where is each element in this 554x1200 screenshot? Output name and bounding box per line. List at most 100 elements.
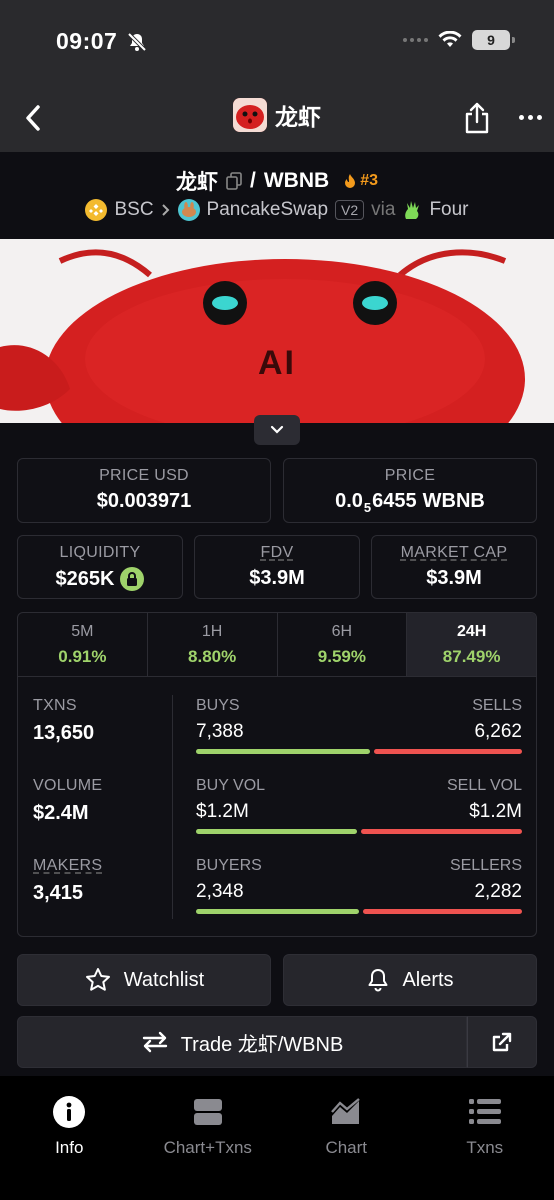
price-change: 0.91% (58, 647, 107, 666)
rank-value: #3 (360, 172, 378, 189)
cellular-signal-icon (403, 38, 428, 42)
price-change: 8.80% (188, 647, 237, 666)
pair-separator: / (250, 169, 256, 192)
tab-chart-txns[interactable]: Chart+Txns (139, 1076, 278, 1200)
tab-info-label: Info (55, 1138, 84, 1157)
price-native-label: PRICE (384, 467, 436, 484)
makers-ratio-bar (196, 909, 522, 914)
top-nav-bar: 龙虾 (0, 84, 554, 152)
buy-bar (196, 829, 357, 834)
wifi-icon (438, 31, 462, 47)
buy-sell-vol-stat: BUY VOL SELL VOL $1.2M $1.2M (196, 777, 522, 834)
buys-sells-stat: BUYS SELLS 7,388 6,262 (196, 697, 522, 754)
status-time: 09:07 (56, 28, 118, 54)
sellers-value: 2,282 (474, 881, 522, 902)
txns-stat: TXNS 13,650 (33, 697, 94, 745)
price-native-card: PRICE 0.0 5 6455 WBNB (283, 458, 537, 523)
quote-token: WBNB (263, 169, 330, 192)
status-bar: 09:07 9 (0, 0, 554, 84)
external-link-icon (492, 1032, 512, 1052)
tab-label: 6H (331, 623, 353, 640)
tab-txns[interactable]: Txns (416, 1076, 554, 1200)
token-avatar (233, 98, 267, 132)
area-chart-icon (331, 1098, 361, 1124)
trade-button[interactable]: Trade 龙虾/WBNB (17, 1016, 467, 1068)
buy-vol-value: $1.2M (196, 801, 249, 822)
list-icon (468, 1099, 501, 1124)
fdv-card: FDV $3.9M (194, 535, 360, 599)
fdv-value: $3.9M (249, 567, 305, 589)
sell-vol-label: SELL VOL (446, 777, 522, 794)
tab-info[interactable]: Info (0, 1076, 139, 1200)
makers-stat: MAKERS 3,415 (33, 857, 102, 905)
sell-bar (363, 909, 522, 914)
tab-chart[interactable]: Chart (277, 1076, 416, 1200)
price-usd-value: $0.003971 (96, 490, 192, 512)
tab-6h[interactable]: 6H 9.59% (278, 613, 408, 676)
price-change: 87.49% (442, 647, 501, 666)
buys-label: BUYS (196, 697, 240, 714)
price-change: 9.59% (317, 647, 366, 666)
price-digits: 6455 (372, 490, 417, 512)
alerts-label: Alerts (402, 968, 454, 991)
via-label: via (371, 199, 396, 220)
dex-name[interactable]: PancakeSwap (207, 199, 328, 221)
volume-value: $2.4M (33, 802, 89, 824)
launchpad-name[interactable]: Four (429, 199, 468, 221)
expand-banner-button[interactable] (254, 415, 300, 445)
trending-rank[interactable]: #3 (343, 172, 378, 190)
buys-value: 7,388 (196, 721, 244, 742)
tab-chart-txns-label: Chart+Txns (163, 1138, 252, 1157)
liquidity-card: LIQUIDITY $265K (17, 535, 183, 599)
tab-5m[interactable]: 5M 0.91% (18, 613, 148, 676)
fdv-label[interactable]: FDV (195, 544, 359, 562)
copy-icon[interactable] (226, 172, 242, 190)
banner-text: AI (258, 344, 296, 382)
share-button[interactable] (460, 98, 494, 138)
tab-chart-label: Chart (325, 1138, 368, 1157)
watchlist-button[interactable]: Watchlist (17, 954, 271, 1006)
token-banner-image: AI (0, 239, 554, 423)
tab-txns-label: Txns (466, 1138, 504, 1157)
lock-icon[interactable] (120, 567, 145, 591)
buy-vol-label: BUY VOL (196, 777, 266, 794)
tab-24h[interactable]: 24H 87.49% (407, 613, 536, 676)
makers-value: 3,415 (33, 882, 84, 904)
makers-label[interactable]: MAKERS (33, 857, 102, 875)
star-icon (85, 968, 110, 991)
swap-arrows-icon (142, 1031, 167, 1053)
bell-icon (368, 969, 388, 992)
volume-stat: VOLUME $2.4M (33, 777, 102, 825)
split-icon (193, 1099, 222, 1125)
base-token: 龙虾 (176, 171, 219, 194)
market-cap-label[interactable]: MARKET CAP (372, 544, 536, 562)
price-prefix: 0.0 (335, 490, 363, 512)
buys-sells-ratio-bar (196, 749, 522, 754)
activity-panel: 5M 0.91% 1H 8.80% 6H 9.59% 24H 87.49% TX… (17, 612, 537, 937)
alerts-button[interactable]: Alerts (283, 954, 537, 1006)
txns-value: 13,650 (33, 722, 95, 744)
price-unit: WBNB (422, 490, 485, 512)
flame-icon (345, 173, 356, 188)
tab-1h[interactable]: 1H 8.80% (148, 613, 278, 676)
liquidity-value: $265K (55, 567, 115, 590)
buy-bar (196, 909, 360, 914)
trade-label: Trade 龙虾/WBNB (180, 1033, 344, 1056)
chain-name[interactable]: BSC (114, 199, 153, 221)
tab-label: 24H (456, 623, 487, 640)
volume-ratio-bar (196, 829, 522, 834)
sell-vol-value: $1.2M (469, 801, 522, 822)
pancakeswap-icon (177, 199, 200, 221)
price-zero-count: 5 (363, 500, 372, 515)
pair-header: 龙虾 / WBNB #3 BSC PancakeSwap V2 via Four (0, 152, 554, 239)
price-usd-card: PRICE USD $0.003971 (17, 458, 271, 523)
chevron-down-icon (270, 425, 284, 434)
share-icon (465, 102, 489, 134)
market-cap-card: MARKET CAP $3.9M (371, 535, 537, 599)
external-link-button[interactable] (467, 1016, 537, 1068)
price-native-value: 0.0 5 6455 WBNB (284, 490, 536, 515)
more-options-button[interactable] (514, 102, 546, 132)
tab-label: 5M (71, 623, 94, 640)
volume-label: VOLUME (33, 777, 103, 794)
sell-bar (361, 829, 522, 834)
